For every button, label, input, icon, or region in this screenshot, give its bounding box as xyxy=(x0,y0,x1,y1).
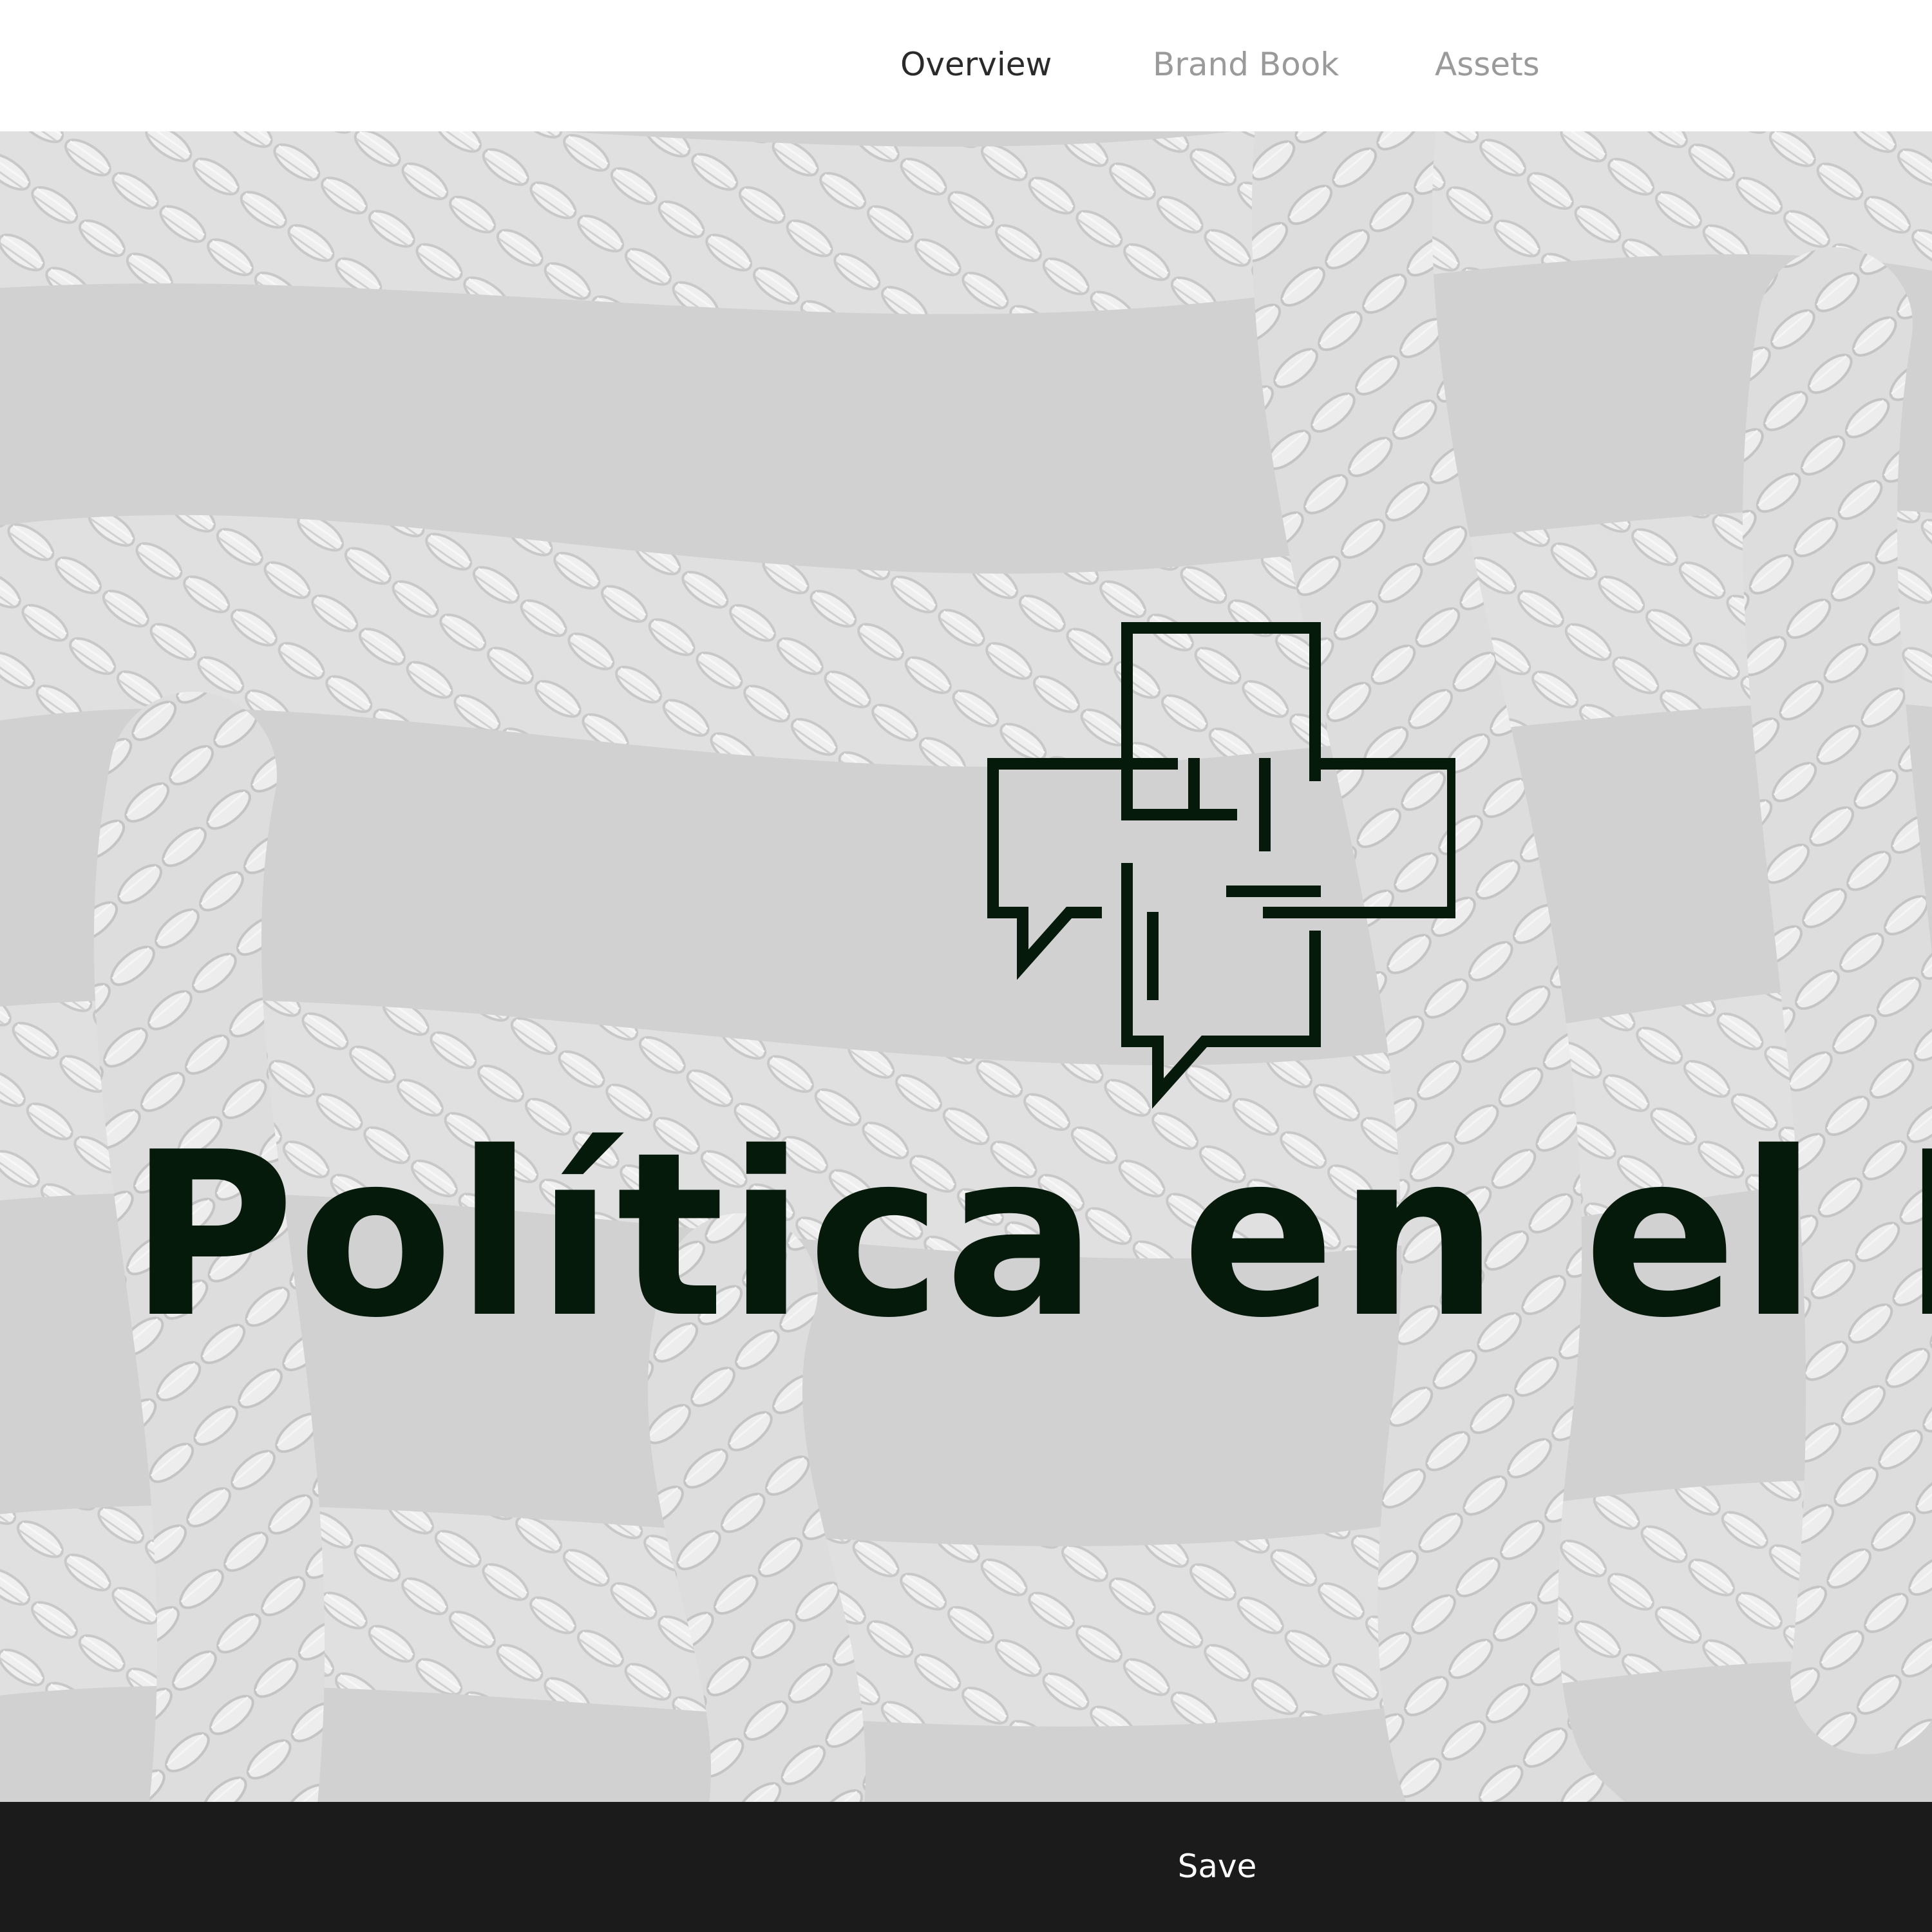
brand-name-title: Política en el Bar xyxy=(129,1104,1932,1368)
tab-assets[interactable]: Assets xyxy=(1435,41,1540,88)
top-navigation: Overview Brand Book Assets xyxy=(0,0,1932,131)
save-button[interactable]: Save xyxy=(1121,1834,1314,1899)
tab-brand-book[interactable]: Brand Book xyxy=(1153,41,1339,88)
page: Overview Brand Book Assets Política en e… xyxy=(0,0,1932,1932)
save-bar: Save xyxy=(0,1802,1932,1932)
tab-overview[interactable]: Overview xyxy=(900,41,1052,88)
hero-banner: Política en el Bar xyxy=(0,131,1932,1802)
rope-background-image xyxy=(0,131,1932,1802)
